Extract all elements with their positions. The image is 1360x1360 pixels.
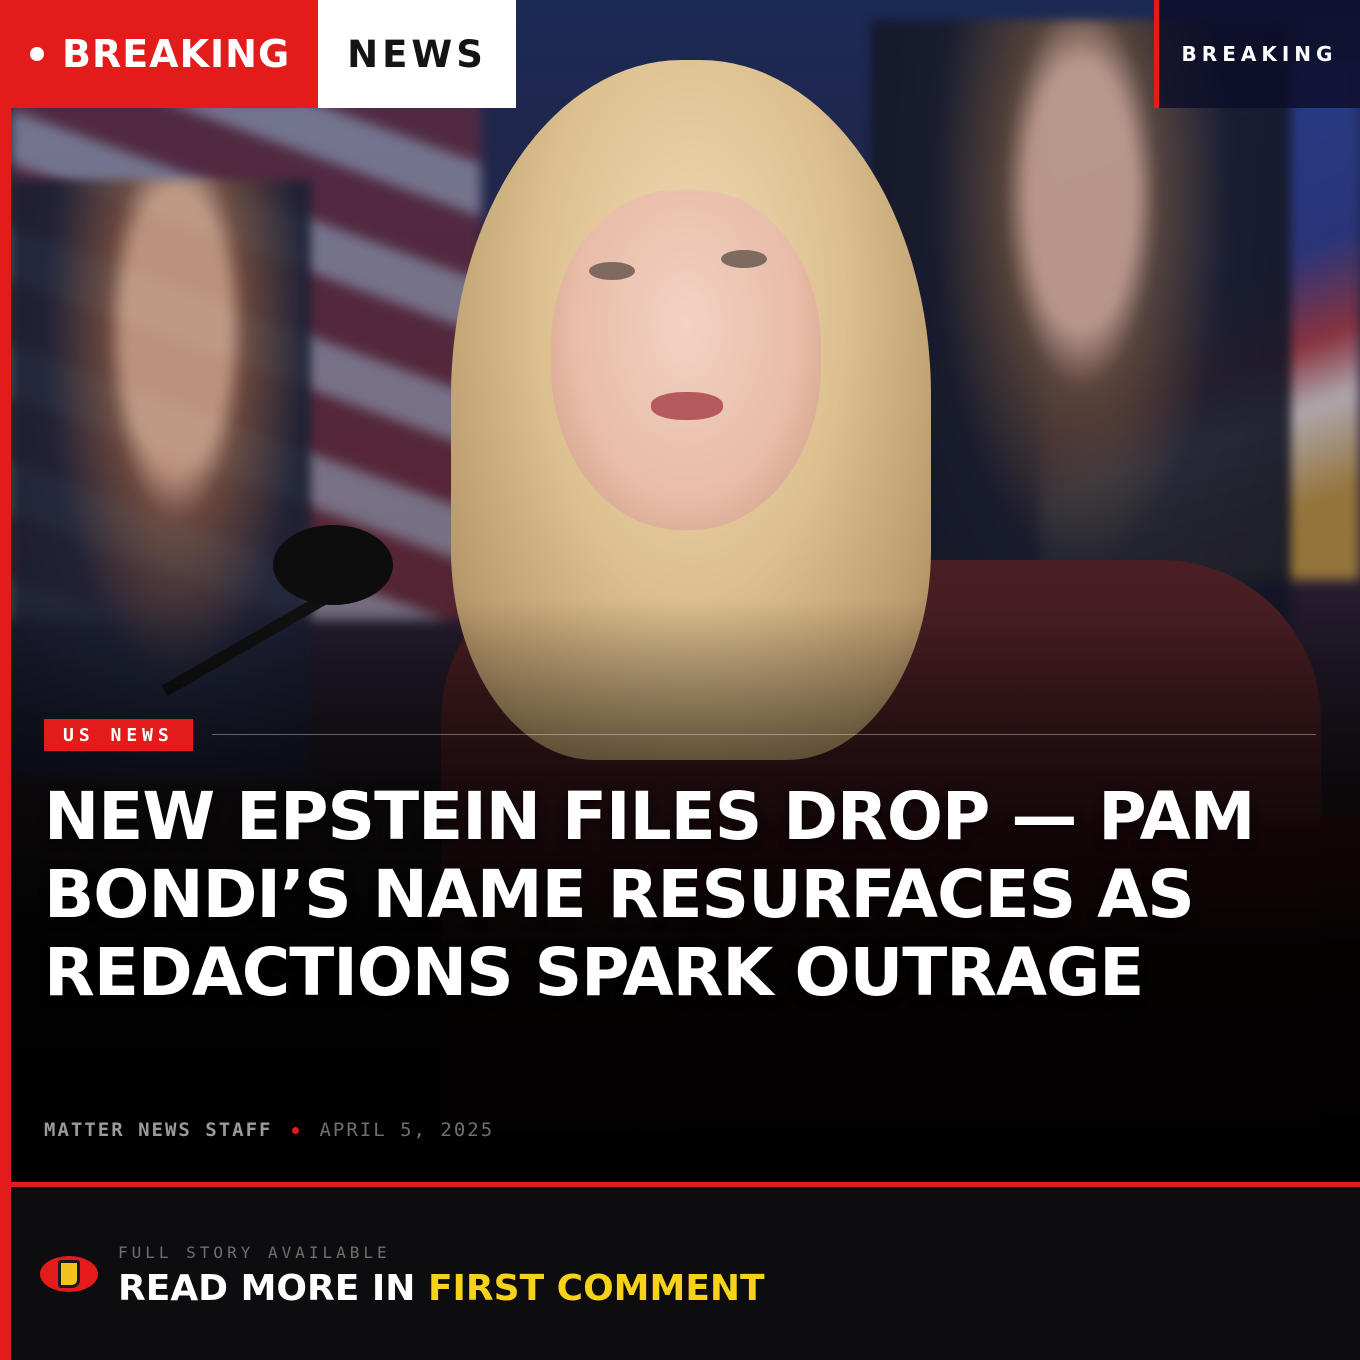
read-more-cta: READ MORE IN FIRST COMMENT	[118, 1268, 765, 1309]
author: MATTER NEWS STAFF	[44, 1119, 273, 1141]
corner-badge-label: BREAKING	[1181, 42, 1338, 66]
speaker-mouth	[651, 392, 723, 420]
byline-separator-dot	[292, 1126, 300, 1134]
cta-text: READ MORE IN	[118, 1268, 416, 1309]
breaking-label: BREAKING	[62, 32, 291, 76]
cta-highlight: FIRST COMMENT	[427, 1268, 765, 1309]
byline: MATTER NEWS STAFF APRIL 5, 2025	[44, 1119, 494, 1141]
corner-breaking-badge: BREAKING	[1154, 0, 1360, 108]
breaking-banner: BREAKING	[0, 0, 318, 108]
cta-kicker: FULL STORY AVAILABLE	[118, 1243, 391, 1262]
category-divider-line	[212, 734, 1316, 735]
live-dot-icon	[30, 47, 44, 61]
speaker-eye-right	[721, 250, 767, 268]
hand-glyph	[58, 1260, 80, 1288]
headline: NEW EPSTEIN FILES DROP — PAM BONDI’S NAM…	[44, 778, 1255, 1011]
news-label: NEWS	[347, 32, 487, 76]
category-label: US NEWS	[63, 724, 174, 746]
speaker-face	[551, 190, 821, 530]
publish-date: APRIL 5, 2025	[319, 1119, 495, 1141]
microphone-icon	[273, 525, 393, 605]
news-banner: NEWS	[318, 0, 516, 108]
speaker-eye-left	[589, 262, 635, 280]
pointing-hand-icon	[40, 1256, 98, 1292]
category-tag: US NEWS	[44, 719, 193, 751]
